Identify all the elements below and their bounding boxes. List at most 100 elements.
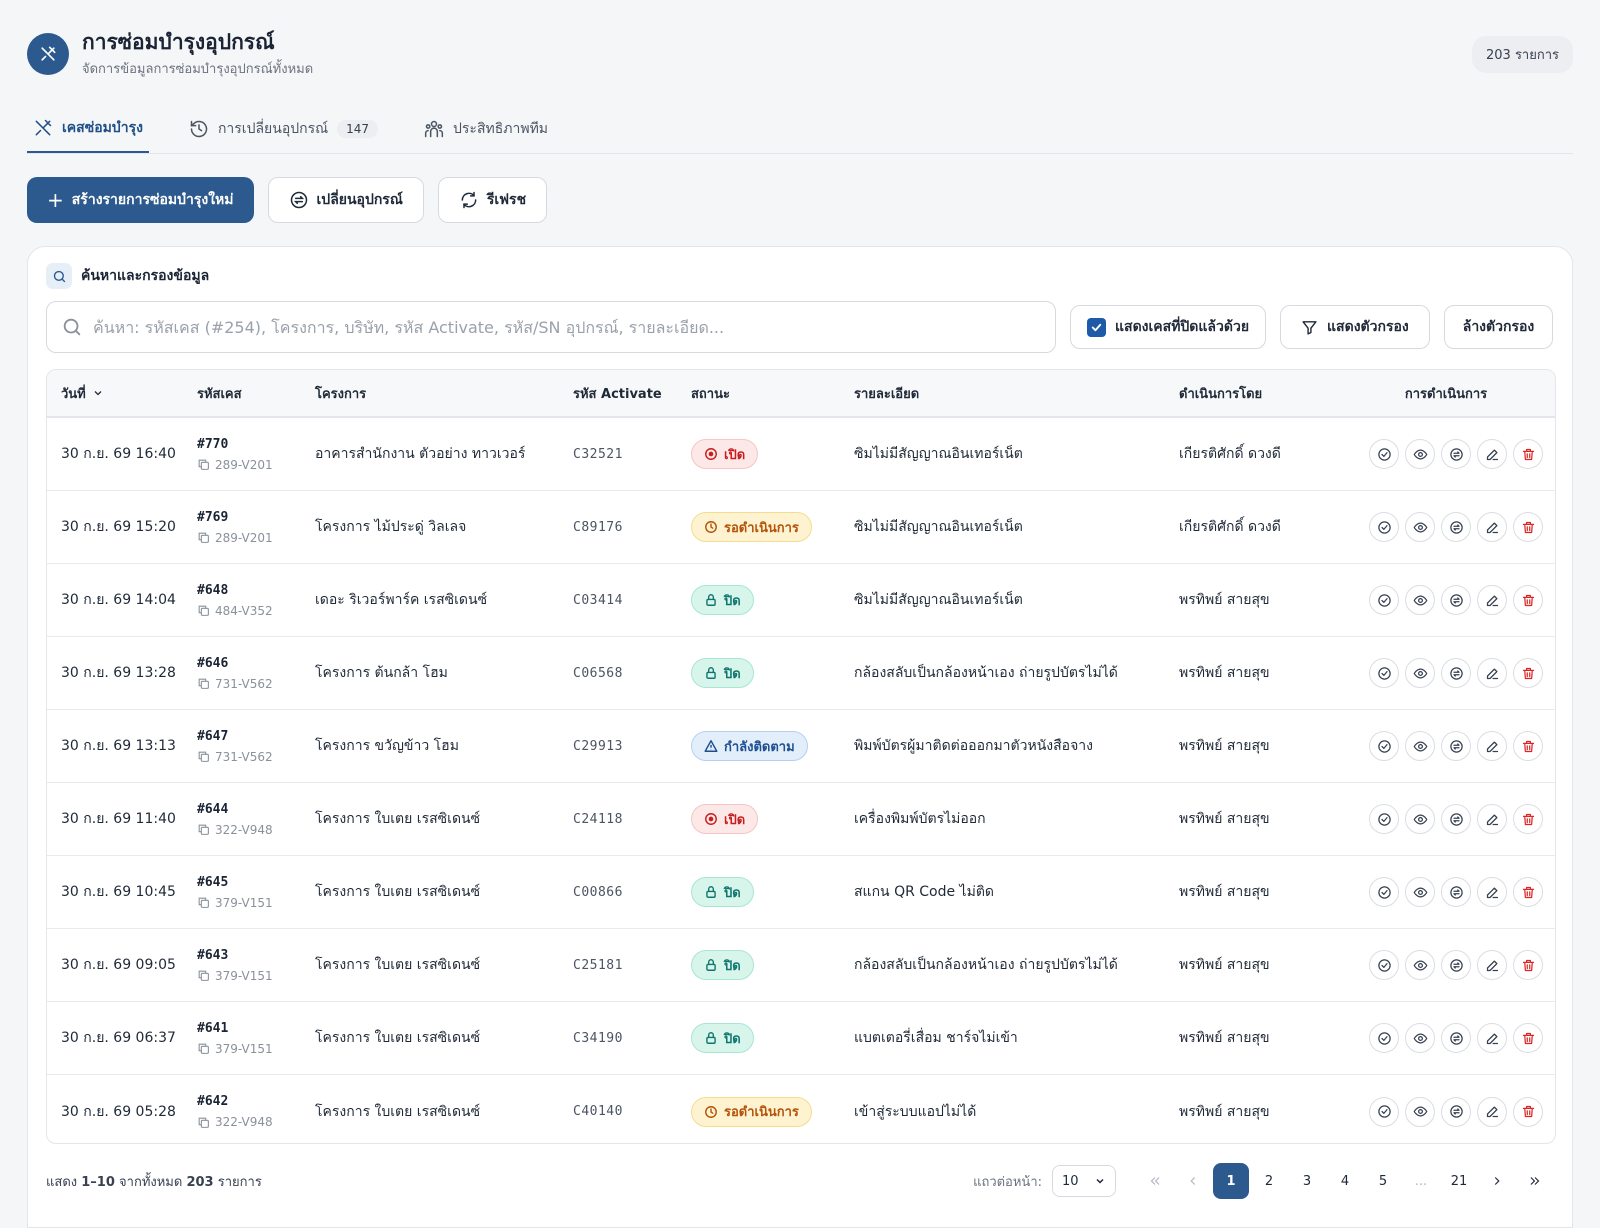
table-row[interactable]: 30 ก.ย. 69 05:28 #642 322-V948 โครงการ ใบเต… xyxy=(47,1075,1555,1143)
rows-per-page-select[interactable]: 10 xyxy=(1052,1165,1116,1197)
case-number[interactable]: #648 xyxy=(197,583,315,598)
case-number[interactable]: #641 xyxy=(197,1021,315,1036)
delete-button[interactable] xyxy=(1513,512,1543,542)
view-button[interactable] xyxy=(1405,1023,1435,1053)
tab-device-replacement[interactable]: การเปลี่ยนอุปกรณ์ 147 xyxy=(183,104,384,153)
table-row[interactable]: 30 ก.ย. 69 14:04 #648 484-V352 เดอะ ริเวอร์… xyxy=(47,564,1555,637)
delete-button[interactable] xyxy=(1513,804,1543,834)
view-button[interactable] xyxy=(1405,1096,1435,1127)
cell-date: 30 ก.ย. 69 16:40 xyxy=(61,446,176,462)
case-number[interactable]: #643 xyxy=(197,948,315,963)
replace-button[interactable] xyxy=(1441,1023,1471,1053)
page-button[interactable]: 3 xyxy=(1289,1163,1325,1199)
edit-button[interactable] xyxy=(1477,877,1507,907)
replace-button[interactable] xyxy=(1441,512,1471,542)
close-case-button[interactable] xyxy=(1369,877,1399,907)
replace-button[interactable] xyxy=(1441,585,1471,615)
show-filters-button[interactable]: แสดงตัวกรอง xyxy=(1280,305,1430,349)
edit-button[interactable] xyxy=(1477,439,1507,469)
replace-button[interactable] xyxy=(1441,439,1471,469)
delete-button[interactable] xyxy=(1513,585,1543,615)
column-date[interactable]: วันที่ xyxy=(47,383,197,404)
edit-button[interactable] xyxy=(1477,804,1507,834)
case-number[interactable]: #769 xyxy=(197,510,315,525)
view-button[interactable] xyxy=(1405,877,1435,907)
view-button[interactable] xyxy=(1405,731,1435,761)
replace-button[interactable] xyxy=(1441,804,1471,834)
replace-button[interactable] xyxy=(1441,1096,1471,1127)
delete-button[interactable] xyxy=(1513,1023,1543,1053)
edit-button[interactable] xyxy=(1477,658,1507,688)
replace-button[interactable] xyxy=(1441,950,1471,980)
edit-button[interactable] xyxy=(1477,950,1507,980)
page-button[interactable]: 5 xyxy=(1365,1163,1401,1199)
search-box[interactable] xyxy=(46,301,1056,353)
delete-button[interactable] xyxy=(1513,1096,1543,1127)
edit-button[interactable] xyxy=(1477,1096,1507,1127)
page-button[interactable]: 1 xyxy=(1213,1163,1249,1199)
tab-team-performance[interactable]: ประสิทธิภาพทีม xyxy=(418,104,554,153)
create-maintenance-button[interactable]: + สร้างรายการซ่อมบำรุงใหม่ xyxy=(27,177,254,223)
table-row[interactable]: 30 ก.ย. 69 15:20 #769 289-V201 โครงการ ไม้ป… xyxy=(47,491,1555,564)
table-row[interactable]: 30 ก.ย. 69 16:40 #770 289-V201 อาคารสำนักงา… xyxy=(47,418,1555,491)
case-number[interactable]: #645 xyxy=(197,875,315,890)
replace-button[interactable] xyxy=(1441,877,1471,907)
prev-page-button[interactable] xyxy=(1175,1163,1211,1199)
replace-button[interactable] xyxy=(1441,658,1471,688)
close-case-button[interactable] xyxy=(1369,731,1399,761)
case-number[interactable]: #770 xyxy=(197,437,315,452)
edit-button[interactable] xyxy=(1477,585,1507,615)
close-case-button[interactable] xyxy=(1369,585,1399,615)
view-button[interactable] xyxy=(1405,658,1435,688)
page-button[interactable]: 2 xyxy=(1251,1163,1287,1199)
cell-project: โครงการ ใบเตย เรสซิเดนซ์ xyxy=(315,884,481,900)
clear-filters-button[interactable]: ล้างตัวกรอง xyxy=(1443,305,1554,349)
delete-button[interactable] xyxy=(1513,950,1543,980)
close-case-button[interactable] xyxy=(1369,1096,1399,1127)
table-row[interactable]: 30 ก.ย. 69 13:28 #646 731-V562 โครงการ ต้นก… xyxy=(47,637,1555,710)
last-page-button[interactable] xyxy=(1517,1163,1553,1199)
search-input[interactable] xyxy=(93,317,1041,337)
case-number[interactable]: #647 xyxy=(197,729,315,744)
case-number[interactable]: #644 xyxy=(197,802,315,817)
tab-maintenance-cases[interactable]: เคสซ่อมบำรุง xyxy=(27,104,149,153)
replace-button[interactable] xyxy=(1441,731,1471,761)
edit-button[interactable] xyxy=(1477,1023,1507,1053)
close-case-button[interactable] xyxy=(1369,1023,1399,1053)
table-row[interactable]: 30 ก.ย. 69 10:45 #645 379-V151 โครงการ ใบเต… xyxy=(47,856,1555,929)
delete-button[interactable] xyxy=(1513,731,1543,761)
next-page-button[interactable] xyxy=(1479,1163,1515,1199)
page-button[interactable]: 4 xyxy=(1327,1163,1363,1199)
case-number[interactable]: #646 xyxy=(197,656,315,671)
trash-icon xyxy=(1522,740,1534,752)
page-button[interactable]: 21 xyxy=(1441,1163,1477,1199)
delete-button[interactable] xyxy=(1513,439,1543,469)
first-page-button[interactable] xyxy=(1137,1163,1173,1199)
table-row[interactable]: 30 ก.ย. 69 06:37 #641 379-V151 โครงการ ใบเต… xyxy=(47,1002,1555,1075)
edit-button[interactable] xyxy=(1477,512,1507,542)
close-case-button[interactable] xyxy=(1369,439,1399,469)
table-row[interactable]: 30 ก.ย. 69 09:05 #643 379-V151 โครงการ ใบเต… xyxy=(47,929,1555,1002)
delete-button[interactable] xyxy=(1513,877,1543,907)
close-case-button[interactable] xyxy=(1369,512,1399,542)
table-row[interactable]: 30 ก.ย. 69 13:13 #647 731-V562 โครงการ ขวัญ… xyxy=(47,710,1555,783)
edit-button[interactable] xyxy=(1477,731,1507,761)
view-button[interactable] xyxy=(1405,512,1435,542)
replace-device-button[interactable]: เปลี่ยนอุปกรณ์ xyxy=(267,177,424,223)
check-circle-icon xyxy=(1377,593,1391,607)
check-circle-icon xyxy=(1377,885,1391,899)
view-button[interactable] xyxy=(1405,804,1435,834)
view-button[interactable] xyxy=(1405,439,1435,469)
view-button[interactable] xyxy=(1405,585,1435,615)
column-by: ดำเนินการโดย xyxy=(1179,386,1263,402)
view-button[interactable] xyxy=(1405,950,1435,980)
delete-button[interactable] xyxy=(1513,658,1543,688)
close-case-button[interactable] xyxy=(1369,804,1399,834)
show-closed-toggle[interactable]: แสดงเคสที่ปิดแล้วด้วย xyxy=(1070,305,1267,349)
refresh-button[interactable]: รีเฟรช xyxy=(437,177,548,223)
close-case-button[interactable] xyxy=(1369,658,1399,688)
table-row[interactable]: 30 ก.ย. 69 11:40 #644 322-V948 โครงการ ใบเต… xyxy=(47,783,1555,856)
show-closed-checkbox[interactable] xyxy=(1087,317,1106,337)
case-number[interactable]: #642 xyxy=(197,1094,315,1109)
close-case-button[interactable] xyxy=(1369,950,1399,980)
